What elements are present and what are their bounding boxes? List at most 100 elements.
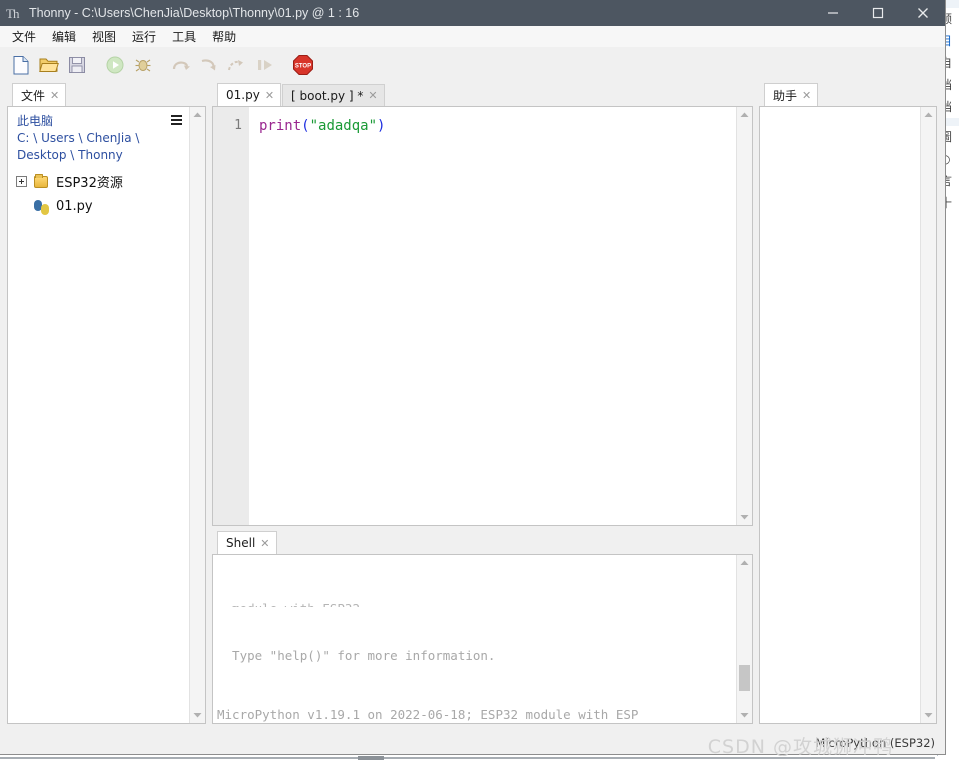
path-header: 此电脑 C: \ Users \ ChenJia \ Desktop \ Tho… — [8, 113, 189, 164]
expand-placeholder — [16, 201, 27, 212]
menu-hamburger-icon[interactable] — [171, 115, 185, 125]
assistant-scrollbar[interactable] — [920, 107, 936, 723]
code-token-close-paren: ) — [377, 118, 386, 134]
tree-item-label: ESP32资源 — [56, 176, 123, 191]
tab-bootpy[interactable]: [ boot.py ] * ✕ — [282, 84, 385, 106]
code-editor[interactable]: print("adadqa") — [249, 107, 736, 525]
assistant-tabstrip: 助手 ✕ — [759, 82, 937, 106]
thonny-logo-text: Th — [6, 6, 19, 21]
expand-icon[interactable] — [16, 176, 27, 187]
tab-files-label: 文件 — [21, 88, 46, 103]
menu-bar: 文件 编辑 视图 运行 工具 帮助 — [0, 26, 945, 48]
files-tabstrip: 文件 ✕ — [7, 82, 206, 106]
work-area: 文件 ✕ 此电脑 C: \ Users \ ChenJia \ Desktop … — [0, 82, 945, 732]
line-number-gutter: 1 — [213, 107, 249, 525]
tree-item-label: 01.py — [56, 199, 93, 214]
this-pc-link[interactable]: 此电脑 — [17, 113, 171, 130]
files-pane: 文件 ✕ 此电脑 C: \ Users \ ChenJia \ Desktop … — [0, 82, 206, 732]
step-out-icon[interactable] — [224, 52, 250, 78]
tree-item-01py[interactable]: 01.py — [8, 194, 189, 219]
file-tree[interactable]: 此电脑 C: \ Users \ ChenJia \ Desktop \ Tho… — [8, 107, 189, 723]
folder-icon — [33, 173, 51, 190]
menu-item-edit[interactable]: 编辑 — [44, 26, 84, 47]
stop-icon[interactable]: STOP — [290, 52, 316, 78]
breadcrumb[interactable]: C: \ Users \ ChenJia \ Desktop \ Thonny — [17, 130, 171, 164]
editor-content[interactable]: 1 print("adadqa") — [213, 107, 736, 525]
debug-icon[interactable] — [130, 52, 156, 78]
shell-line: module with ESP32 — [217, 599, 736, 607]
toolbar: STOP — [0, 48, 945, 82]
edge-line — [0, 757, 935, 759]
shell-tabstrip: Shell ✕ — [212, 530, 753, 554]
assistant-pane: 助手 ✕ — [759, 82, 945, 732]
menu-item-file[interactable]: 文件 — [4, 26, 44, 47]
tab-assistant-label: 助手 — [773, 88, 798, 103]
tree-item-esp32-folder[interactable]: ESP32资源 — [8, 169, 189, 194]
step-over-icon[interactable] — [168, 52, 194, 78]
svg-text:STOP: STOP — [295, 64, 311, 70]
tab-label: [ boot.py ] * — [291, 88, 364, 103]
code-token-open-paren: ( — [301, 118, 310, 134]
maximize-button[interactable] — [855, 0, 900, 26]
scroll-down-icon[interactable] — [921, 707, 936, 723]
line-number: 1 — [234, 118, 242, 133]
scroll-down-icon[interactable] — [737, 707, 752, 723]
python-file-icon — [33, 199, 51, 215]
scroll-up-icon[interactable] — [921, 107, 936, 123]
scroll-up-icon[interactable] — [737, 555, 752, 571]
assistant-panel — [759, 106, 937, 724]
new-file-icon[interactable] — [8, 52, 34, 78]
assistant-content[interactable] — [760, 107, 920, 723]
code-token-string: "adadqa" — [309, 118, 378, 134]
close-icon[interactable]: ✕ — [50, 89, 59, 102]
thonny-main-window: Th Thonny - C:\Users\ChenJia\Desktop\Tho… — [0, 0, 946, 758]
window-bottom-edge — [0, 756, 959, 762]
resume-icon[interactable] — [252, 52, 278, 78]
close-icon[interactable]: ✕ — [265, 89, 274, 102]
close-icon[interactable]: ✕ — [260, 537, 269, 550]
edge-nub — [358, 756, 384, 760]
interpreter-status[interactable]: MicroPython (ESP32) — [815, 736, 935, 750]
save-file-icon[interactable] — [64, 52, 90, 78]
tab-assistant[interactable]: 助手 ✕ — [764, 83, 819, 106]
shell-section: Shell ✕ module with ESP32 Type "help()" … — [212, 530, 753, 724]
shell-output[interactable]: module with ESP32 Type "help()" for more… — [213, 555, 736, 723]
window-title: Thonny - C:\Users\ChenJia\Desktop\Thonny… — [29, 6, 360, 20]
scroll-up-icon[interactable] — [190, 107, 205, 123]
close-icon[interactable]: ✕ — [368, 89, 377, 102]
open-file-icon[interactable] — [36, 52, 62, 78]
tab-shell-label: Shell — [226, 536, 256, 550]
scroll-down-icon[interactable] — [737, 509, 752, 525]
editor-panel: 1 print("adadqa") — [212, 106, 753, 526]
tab-01py[interactable]: 01.py ✕ — [217, 83, 282, 106]
shell-line: MicroPython v1.19.1 on 2022-06-18; ESP32… — [217, 706, 639, 722]
menu-item-tools[interactable]: 工具 — [164, 26, 204, 47]
menu-item-view[interactable]: 视图 — [84, 26, 124, 47]
files-panel: 此电脑 C: \ Users \ ChenJia \ Desktop \ Tho… — [7, 106, 206, 724]
center-pane: 01.py ✕ [ boot.py ] * ✕ 1 print("adadqa"… — [206, 82, 759, 732]
step-into-icon[interactable] — [196, 52, 222, 78]
code-token-function: print — [259, 118, 302, 134]
scroll-up-icon[interactable] — [737, 107, 752, 123]
close-button[interactable] — [900, 0, 945, 26]
editor-tabstrip: 01.py ✕ [ boot.py ] * ✕ — [212, 82, 753, 106]
tab-files[interactable]: 文件 ✕ — [12, 83, 67, 106]
shell-line: Type "help()" for more information. — [217, 648, 496, 663]
shell-panel: module with ESP32 Type "help()" for more… — [212, 554, 753, 724]
editor-scrollbar[interactable] — [736, 107, 752, 525]
menu-item-run[interactable]: 运行 — [124, 26, 164, 47]
scroll-down-icon[interactable] — [190, 707, 205, 723]
close-icon[interactable]: ✕ — [802, 89, 811, 102]
status-bar: CSDN @攻城狮冲鸭 MicroPython (ESP32) — [0, 732, 945, 758]
title-bar: Th Thonny - C:\Users\ChenJia\Desktop\Tho… — [0, 0, 945, 26]
menu-item-help[interactable]: 帮助 — [204, 26, 244, 47]
minimize-button[interactable] — [810, 0, 855, 26]
shell-scrollbar[interactable] — [736, 555, 752, 723]
files-scrollbar[interactable] — [189, 107, 205, 723]
tab-shell[interactable]: Shell ✕ — [217, 531, 277, 554]
thonny-logo-icon: Th — [6, 5, 22, 21]
run-icon[interactable] — [102, 52, 128, 78]
editor-section: 01.py ✕ [ boot.py ] * ✕ 1 print("adadqa"… — [212, 82, 753, 526]
tab-label: 01.py — [226, 88, 260, 102]
scrollbar-thumb[interactable] — [739, 665, 750, 691]
